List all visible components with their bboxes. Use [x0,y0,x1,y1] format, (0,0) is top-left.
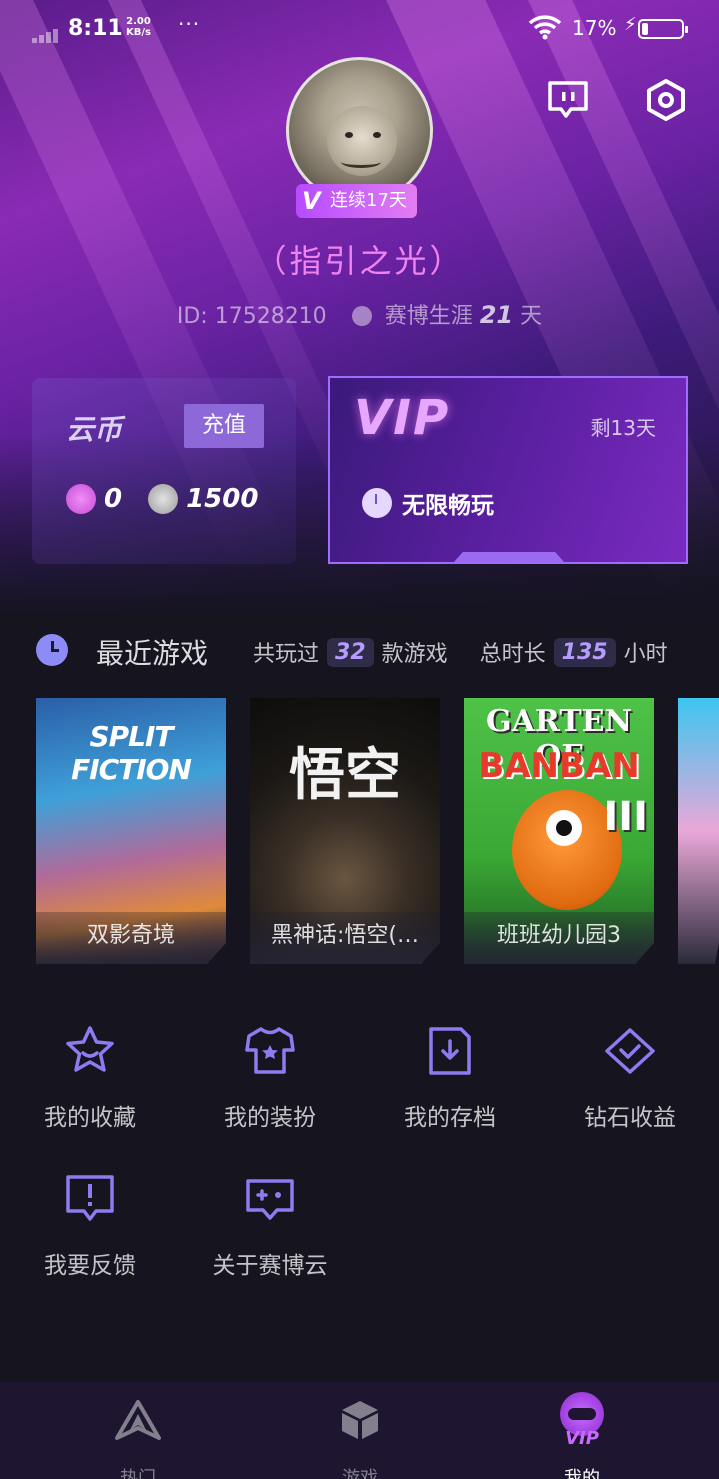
tab-mine[interactable]: VIP 我的 [522,1392,642,1479]
vip-perk: 无限畅玩 [362,486,494,520]
avatar[interactable] [286,57,433,204]
cloud-coin-card: 云币 充值 0 1500 [32,378,296,564]
menu-feedback[interactable]: 我要反馈 [0,1172,180,1280]
silver-coin-balance: 1500 [186,484,259,514]
menu-label: 我的装扮 [224,1105,316,1131]
menu-outfits[interactable]: 我的装扮 [180,1024,360,1132]
menu-label: 我要反馈 [44,1253,136,1279]
battery-icon [638,19,688,39]
menu-label: 关于赛博云 [212,1253,328,1279]
menu-saves[interactable]: 我的存档 [360,1024,540,1132]
game-art-title-line2: BANBAN [478,746,640,786]
gamepad-icon [246,1179,294,1220]
cube-icon [342,1401,378,1439]
clock-icon [362,488,392,518]
game-name: 班班幼儿园3 [464,912,654,964]
game-card-partial[interactable] [678,698,719,964]
play-stats: 共玩过 32 款游戏 总时长 135 小时 [253,637,668,667]
login-streak-badge: V 连续17天 [296,184,417,218]
total-hours-count: 135 [553,637,616,667]
network-speed: 2.00 KB/s [126,16,151,38]
menu-label: 我的存档 [404,1105,496,1131]
status-bar: 8:11 2.00 KB/s ··· 17% ⚡ [0,0,719,60]
menu-about[interactable]: 关于赛博云 [180,1172,360,1280]
username: （指引之光） [254,242,465,280]
game-name: 黑神话:悟空(… [250,912,440,964]
feedback-icon [66,1175,114,1221]
tab-label: 我的 [564,1468,600,1479]
settings-hexagon-icon [647,79,685,121]
vip-remaining-days: 剩13天 [590,416,656,440]
coin-balances: 0 1500 [66,484,284,514]
game-card[interactable]: GARTEN OF BANBAN III 班班幼儿园3 [464,698,654,964]
vip-v-icon: V [302,187,321,215]
history-clock-icon [36,634,68,666]
purple-coin-balance: 0 [104,484,123,514]
menu-label: 钻石收益 [584,1105,676,1131]
game-art-title: 悟空 [289,742,401,808]
more-notifications-icon: ··· [178,12,201,36]
menu-favorites[interactable]: 我的收藏 [0,1024,180,1132]
games-played-count: 32 [327,637,374,667]
battery-percent: 17% [572,16,617,40]
recent-games-title: 最近游戏 [96,637,209,670]
tab-label: 游戏 [342,1468,378,1479]
streak-text: 连续17天 [330,190,407,211]
menu-label: 我的收藏 [44,1105,136,1131]
bottom-tab-bar: 热门 游戏 VIP 我的 [0,1382,719,1479]
settings-button[interactable] [644,78,688,122]
hot-triangle-icon [115,1400,161,1440]
recharge-button[interactable]: 充值 [184,404,264,448]
wifi-icon [528,15,562,40]
charging-icon: ⚡ [624,14,637,35]
star-icon [66,1026,114,1072]
vip-badge: VIP [565,1428,599,1449]
cyber-mask-icon [351,306,372,326]
career-label: 赛博生涯 [384,304,473,329]
id-label: ID: [176,304,208,329]
game-card[interactable]: 悟空 黑神话:悟空(… [250,698,440,964]
silver-coin-icon [148,484,179,514]
profile-meta: ID: 17528210 赛博生涯 21 天 [0,298,719,330]
game-card[interactable]: SPLIT FICTION 双影奇境 [36,698,226,964]
status-time: 8:11 [68,16,123,41]
message-icon [548,81,588,118]
tab-games[interactable]: 游戏 [300,1398,420,1479]
career-days: 21 [479,301,514,329]
recent-games-header: 最近游戏 共玩过 32 款游戏 总时长 135 小时 [0,628,719,676]
diamond-icon [605,1028,655,1074]
career-unit: 天 [520,304,543,329]
tab-label: 热门 [120,1468,156,1479]
cloud-coin-title: 云币 [66,413,123,446]
game-name: 双影奇境 [36,912,226,964]
game-art-title-line3: III [603,794,648,840]
recent-games-list: SPLIT FICTION 双影奇境 悟空 黑神话:悟空(… GARTEN OF… [36,698,719,964]
menu-diamond-earnings[interactable]: 钻石收益 [540,1024,719,1132]
game-art-title: SPLIT FICTION [71,720,192,786]
save-file-icon [429,1027,471,1075]
vip-mascot-icon: VIP [552,1392,612,1449]
purple-coin-icon [66,484,96,514]
vip-perk-label: 无限畅玩 [402,493,494,519]
vip-card[interactable]: VIP 剩13天 无限畅玩 [328,376,688,564]
user-id: 17528210 [214,304,327,329]
signal-icon [32,24,60,43]
tshirt-icon [245,1027,295,1074]
vip-logo: VIP [354,390,451,446]
message-button[interactable] [546,78,590,122]
tab-hot[interactable]: 热门 [78,1398,198,1479]
